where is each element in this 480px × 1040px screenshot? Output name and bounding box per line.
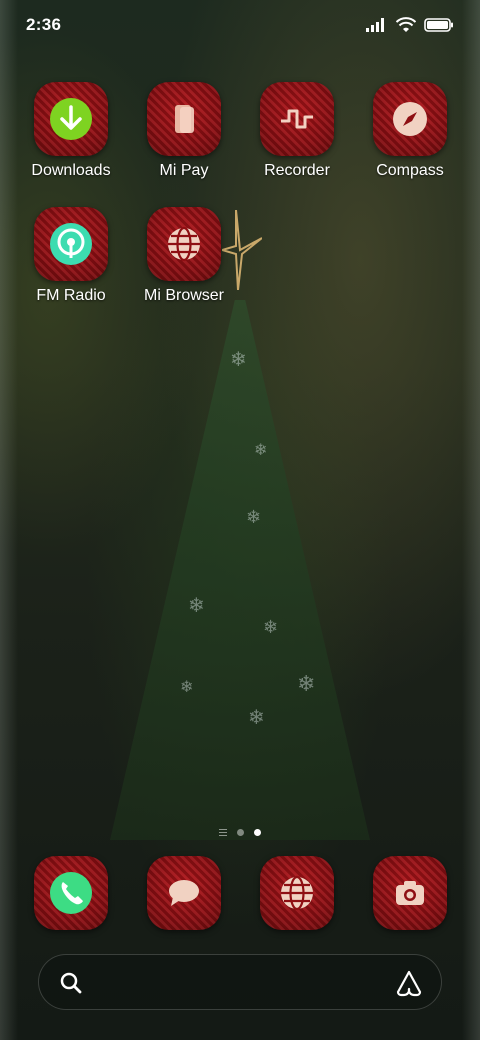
status-bar: 2:36 [0, 0, 480, 50]
app-fm-radio[interactable]: FM Radio [16, 207, 126, 305]
globe-icon [281, 875, 313, 911]
card-icon [175, 105, 194, 133]
snowflake-icon: ❄ [297, 671, 316, 696]
app-label: Downloads [31, 162, 111, 179]
battery-icon [424, 18, 453, 32]
snowflake-icon: ❄ [263, 617, 279, 637]
snowflake-icon: ❄ [230, 349, 247, 371]
snowflake-icon: ❄ [246, 507, 262, 527]
app-mi-pay[interactable]: Mi Pay [129, 82, 239, 180]
dock-camera[interactable] [355, 856, 465, 930]
compass-icon [393, 102, 427, 136]
camera-icon [396, 881, 424, 905]
wallpaper-tree [110, 300, 370, 840]
page-indicator[interactable] [0, 829, 480, 836]
assistant-icon[interactable] [395, 969, 423, 997]
app-downloads[interactable]: Downloads [16, 82, 126, 180]
app-label: FM Radio [36, 287, 106, 304]
app-label: Mi Browser [143, 287, 224, 304]
dock-phone[interactable] [16, 856, 126, 930]
signal-icon [366, 18, 384, 32]
app-label: Compass [376, 162, 444, 179]
dock-messages[interactable] [129, 856, 239, 930]
snowflake-icon: ❄ [180, 679, 194, 696]
phone-icon [50, 872, 92, 914]
dock-browser[interactable] [242, 856, 352, 930]
wifi-icon [396, 17, 416, 32]
search-bar[interactable] [38, 954, 442, 1010]
app-recorder[interactable]: Recorder [242, 82, 352, 180]
app-compass[interactable]: Compass [355, 82, 465, 180]
status-time: 2:36 [26, 15, 62, 34]
snowflake-icon: ❄ [188, 595, 205, 617]
waveform-icon [281, 109, 313, 129]
snowflake-icon: ❄ [248, 707, 265, 729]
app-label: Mi Pay [159, 162, 209, 179]
app-label: Recorder [264, 162, 330, 179]
page-dot [237, 829, 244, 836]
snowflake-icon: ❄ [254, 442, 268, 459]
app-mi-browser[interactable]: Mi Browser [129, 207, 239, 305]
chat-icon [169, 880, 199, 906]
status-icons [366, 17, 454, 33]
download-icon [50, 98, 92, 140]
radio-icon [50, 223, 92, 265]
search-icon[interactable] [59, 971, 83, 995]
app-drawer-indicator-icon [219, 829, 227, 836]
page-dot-active [254, 829, 261, 836]
globe-icon [168, 226, 200, 262]
